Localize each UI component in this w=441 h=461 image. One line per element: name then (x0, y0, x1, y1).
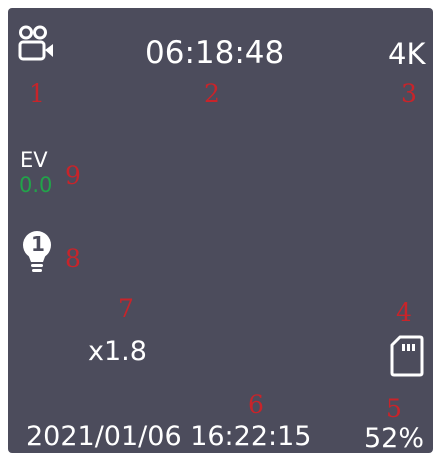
ev-value: 0.0 (19, 173, 53, 197)
callout-3: 3 (401, 79, 417, 108)
camera-screen: 06:18:48 4K 1 2 3 EV 0.0 9 1 8 7 x1.8 4 … (8, 8, 433, 453)
recording-timer: 06:18:48 (145, 35, 285, 71)
date-time: 2021/01/06 16:22:15 (26, 421, 312, 452)
callout-7: 7 (118, 294, 134, 323)
battery-percent: 52% (364, 423, 425, 453)
callout-1: 1 (29, 79, 45, 108)
callout-4: 4 (396, 298, 412, 327)
callout-8: 8 (65, 244, 81, 273)
callout-9: 9 (65, 161, 81, 190)
zoom-level: x1.8 (88, 336, 147, 367)
ev-label: EV (20, 148, 48, 172)
callout-6: 6 (248, 390, 264, 419)
resolution-label: 4K (388, 37, 426, 71)
video-camera-icon (18, 25, 56, 63)
callout-5: 5 (386, 394, 402, 423)
callout-2: 2 (204, 79, 220, 108)
light-level: 1 (31, 232, 45, 256)
sd-card-icon (390, 335, 424, 377)
